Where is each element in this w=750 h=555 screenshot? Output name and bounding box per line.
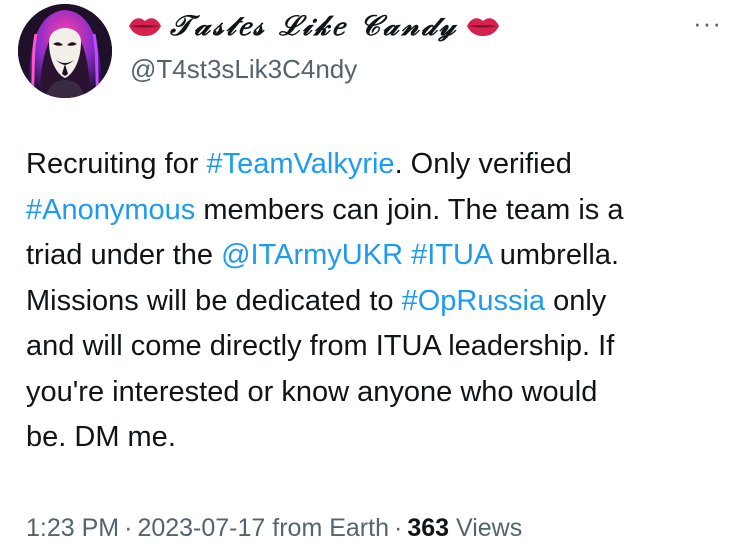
tweet-text-segment: umbrella. [491, 239, 620, 271]
hashtag-link[interactable]: #ITUA [411, 239, 492, 271]
author-handle[interactable]: @T4st3sLik3C4ndy [130, 54, 357, 85]
tweet-text-segment: Recruiting for [26, 148, 207, 180]
tweet-text-line: #Anonymous members can join. The team is… [26, 188, 738, 234]
tweet-text-segment: . Only verified [394, 148, 572, 180]
avatar[interactable] [18, 4, 112, 98]
lips-icon [128, 14, 162, 38]
separator: · [124, 514, 133, 542]
tweet-text-segment: and will come directly from ITUA leaders… [26, 330, 615, 362]
tweet-text-line: Missions will be dedicated to #OpRussia … [26, 279, 738, 325]
tweet-text-segment: be. DM me. [26, 421, 176, 453]
tweet-text-segment: members can join. The team is a [195, 193, 624, 226]
tweet: 𝒯𝒶𝓈𝓉𝑒𝓈 ℒ𝒾𝓀𝑒 𝒞𝒶𝓃𝒹𝓎 @T4st3sLik3C4ndy ··· R… [0, 0, 750, 555]
tweet-source: from Earth [272, 514, 389, 542]
hooded-mask-avatar-image [18, 4, 112, 98]
hashtag-link[interactable]: #OpRussia [402, 285, 545, 317]
tweet-metadata: 1:23 PM · 2023-07-17 from Earth · 363 Views [26, 514, 522, 543]
separator: · [393, 514, 403, 542]
mention-link[interactable]: @ITArmyUKR [221, 239, 403, 271]
ellipsis-icon: ··· [693, 8, 722, 38]
tweet-time[interactable]: 1:23 PM [26, 514, 119, 542]
author-name-row[interactable]: 𝒯𝒶𝓈𝓉𝑒𝓈 ℒ𝒾𝓀𝑒 𝒞𝒶𝓃𝒹𝓎 [128, 6, 500, 46]
tweet-text-line: triad under the @ITArmyUKR #ITUA umbrell… [26, 233, 738, 279]
tweet-date[interactable]: 2023-07-17 [137, 514, 265, 542]
tweet-text-line: be. DM me. [26, 415, 738, 461]
tweet-text-segment: Missions will be dedicated to [26, 284, 402, 317]
views-count[interactable]: 363 [407, 514, 449, 542]
tweet-text: Recruiting for #TeamValkyrie. Only verif… [26, 142, 738, 461]
tweet-text-segment: only [545, 284, 607, 317]
tweet-text-line: Recruiting for #TeamValkyrie. Only verif… [26, 142, 738, 188]
lips-icon [466, 14, 500, 38]
hashtag-link[interactable]: #TeamValkyrie [207, 148, 395, 180]
author-display-name[interactable]: 𝒯𝒶𝓈𝓉𝑒𝓈 ℒ𝒾𝓀𝑒 𝒞𝒶𝓃𝒹𝓎 [170, 9, 458, 43]
tweet-text-line: and will come directly from ITUA leaders… [26, 324, 738, 370]
more-options-button[interactable]: ··· [693, 10, 722, 36]
tweet-text-line: you're interested or know anyone who wou… [26, 370, 738, 416]
views-label: Views [455, 514, 523, 542]
tweet-text-segment: triad under the [26, 239, 222, 271]
tweet-text-segment: you're interested or know anyone who wou… [26, 375, 598, 408]
hashtag-link[interactable]: #Anonymous [26, 194, 195, 226]
tweet-text-segment [403, 239, 411, 271]
